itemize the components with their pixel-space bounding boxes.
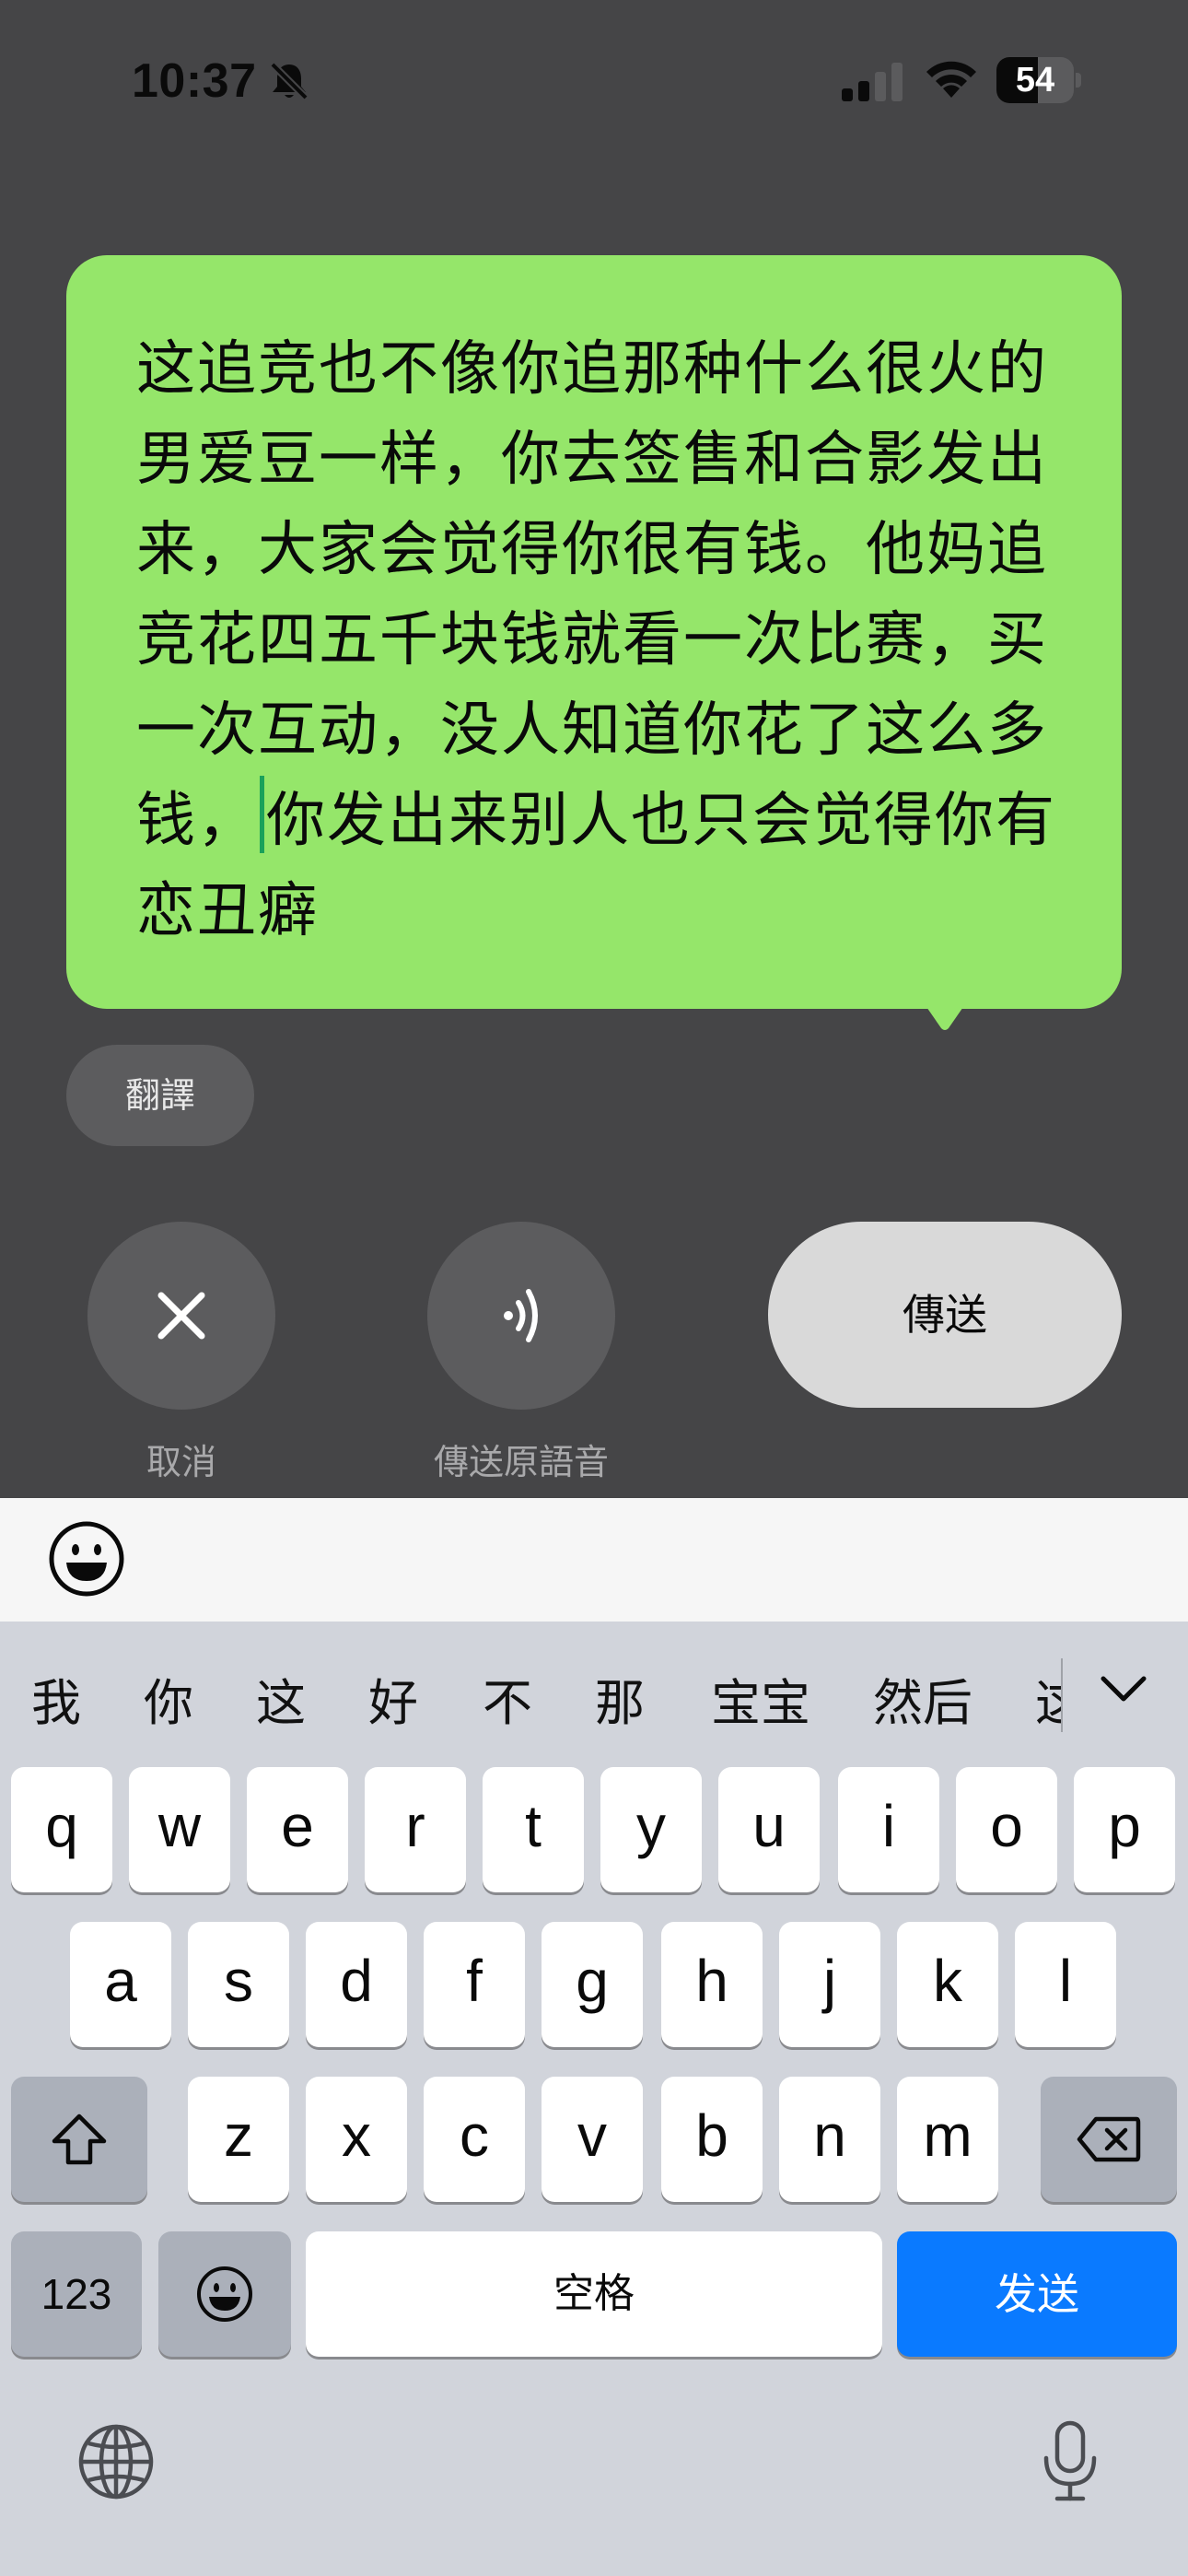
candidate-word[interactable]: 然后 xyxy=(873,1662,973,1735)
candidate-word[interactable]: 宝宝 xyxy=(711,1662,810,1735)
key-g[interactable]: g xyxy=(542,1922,643,2047)
sound-wave-icon xyxy=(504,1289,538,1342)
shift-arrow-icon xyxy=(52,2113,107,2165)
key-q[interactable]: q xyxy=(11,1767,112,1892)
key-z[interactable]: z xyxy=(188,2077,289,2202)
emoji-key[interactable] xyxy=(158,2231,291,2357)
cellular-signal-icon xyxy=(842,63,903,101)
text-cursor xyxy=(260,776,264,853)
key-y[interactable]: y xyxy=(600,1767,702,1892)
shift-key[interactable] xyxy=(11,2077,147,2202)
bell-slash-icon xyxy=(270,62,309,100)
key-t[interactable]: t xyxy=(483,1767,584,1892)
candidate-word[interactable]: 这 xyxy=(256,1662,306,1735)
key-v[interactable]: v xyxy=(542,2077,643,2202)
key-d[interactable]: d xyxy=(306,1922,407,2047)
key-x[interactable]: x xyxy=(306,2077,407,2202)
translate-button[interactable]: 翻譯 xyxy=(66,1045,254,1146)
message-text-after-cursor: 你发出来别人也只会觉得你有恋丑癖 xyxy=(136,787,1056,945)
key-e[interactable]: e xyxy=(247,1767,348,1892)
candidate-word[interactable]: 不 xyxy=(483,1662,532,1735)
candidate-bar: 我 你 这 好 不 那 宝宝 然后 这 xyxy=(0,1622,1188,1760)
keyboard-send-key[interactable]: 发送 xyxy=(897,2231,1177,2357)
candidate-word[interactable]: 这 xyxy=(1035,1662,1061,1735)
delete-icon xyxy=(1077,2116,1141,2162)
key-f[interactable]: f xyxy=(424,1922,525,2047)
key-a[interactable]: a xyxy=(70,1922,171,2047)
key-u[interactable]: u xyxy=(718,1767,820,1892)
key-k[interactable]: k xyxy=(897,1922,998,2047)
key-j[interactable]: j xyxy=(779,1922,880,2047)
emoji-icon xyxy=(197,2266,252,2322)
space-key[interactable]: 空格 xyxy=(306,2231,882,2357)
emoji-icon[interactable] xyxy=(48,1520,125,1598)
key-h[interactable]: h xyxy=(661,1922,763,2047)
message-text[interactable]: 这追竞也不像你追那种什么很火的男爱豆一样，你去签售和合影发出来，大家会觉得你很有… xyxy=(136,324,1057,956)
globe-icon[interactable] xyxy=(77,2423,155,2500)
send-original-voice-label: 傳送原語音 xyxy=(433,1442,609,1482)
key-m[interactable]: m xyxy=(897,2077,998,2202)
key-b[interactable]: b xyxy=(661,2077,763,2202)
battery-percent: 54 xyxy=(1015,61,1055,100)
cancel-label: 取消 xyxy=(146,1442,216,1482)
key-w[interactable]: w xyxy=(129,1767,230,1892)
emoji-toolbar xyxy=(0,1498,1188,1622)
wifi-icon xyxy=(926,61,976,98)
candidate-word[interactable]: 那 xyxy=(595,1662,645,1735)
numbers-key[interactable]: 123 xyxy=(11,2231,142,2357)
battery-icon: 54 xyxy=(996,57,1081,103)
candidate-word[interactable]: 你 xyxy=(144,1662,193,1735)
cancel-button[interactable] xyxy=(87,1222,275,1410)
key-r[interactable]: r xyxy=(365,1767,466,1892)
chevron-down-icon[interactable] xyxy=(1098,1669,1149,1710)
key-i[interactable]: i xyxy=(838,1767,939,1892)
bubble-tail xyxy=(925,1004,965,1030)
key-p[interactable]: p xyxy=(1074,1767,1175,1892)
message-text-before-cursor: 这追竞也不像你追那种什么很火的男爱豆一样，你去签售和合影发出来，大家会觉得你很有… xyxy=(136,335,1048,855)
backspace-key[interactable] xyxy=(1041,2077,1177,2202)
candidate-word[interactable]: 好 xyxy=(368,1662,418,1735)
microphone-icon[interactable] xyxy=(1041,2419,1100,2504)
send-button[interactable]: 傳送 xyxy=(768,1222,1122,1408)
status-time: 10:37 xyxy=(132,54,257,108)
key-s[interactable]: s xyxy=(188,1922,289,2047)
send-original-voice-button[interactable] xyxy=(427,1222,615,1410)
close-icon xyxy=(157,1292,205,1340)
candidate-divider xyxy=(1061,1658,1063,1732)
key-c[interactable]: c xyxy=(424,2077,525,2202)
key-o[interactable]: o xyxy=(956,1767,1057,1892)
key-n[interactable]: n xyxy=(779,2077,880,2202)
candidate-word[interactable]: 我 xyxy=(31,1662,81,1735)
key-l[interactable]: l xyxy=(1015,1922,1116,2047)
